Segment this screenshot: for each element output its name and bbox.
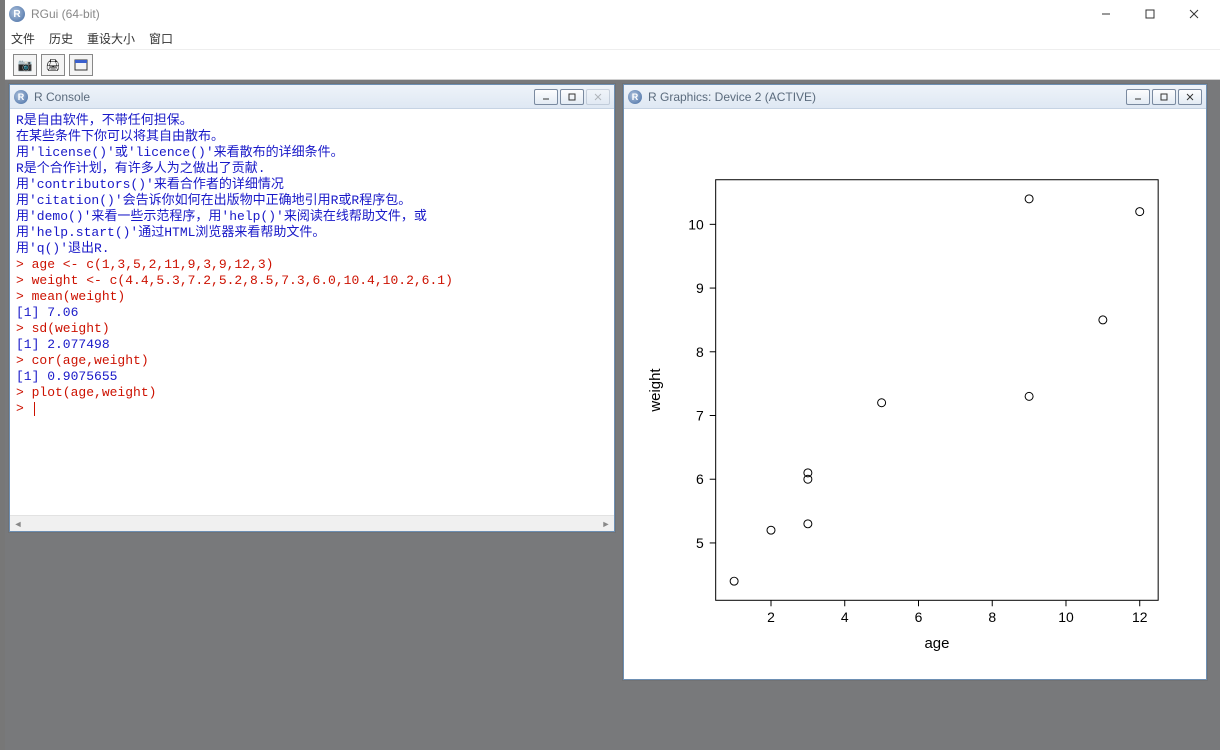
console-line: 用'help.start()'通过HTML浏览器来看帮助文件。	[16, 225, 608, 241]
toolbar-cascade-button[interactable]	[69, 54, 93, 76]
toolbar: 📷 🖨	[5, 50, 1220, 80]
console-titlebar[interactable]: R R Console	[10, 85, 614, 109]
data-point	[804, 520, 812, 528]
r-logo-icon: R	[14, 90, 28, 104]
minimize-button[interactable]	[1084, 1, 1128, 27]
toolbar-print-button[interactable]: 🖨	[41, 54, 65, 76]
graphics-body: 2 4 6 8 10 12 5 6 7 8 9 10 age weight	[624, 109, 1206, 679]
console-line: 用'demo()'来看一些示范程序，用'help()'来阅读在线帮助文件，或	[16, 209, 608, 225]
x-axis-label: age	[924, 635, 949, 652]
console-line: 在某些条件下你可以将其自由散布。	[16, 129, 608, 145]
console-close-button[interactable]	[586, 89, 610, 105]
menubar: 文件 历史 重设大小 窗口	[5, 28, 1220, 50]
cursor	[34, 402, 35, 416]
data-point	[1136, 208, 1144, 216]
console-maximize-button[interactable]	[560, 89, 584, 105]
console-window: R R Console R是自由软件，不带任何担保。在某些条件下你可以将其自由散…	[9, 84, 615, 532]
y-tick-label: 5	[696, 535, 704, 551]
console-line: > age <- c(1,3,5,2,11,9,3,9,12,3)	[16, 257, 608, 273]
menu-resize[interactable]: 重设大小	[87, 30, 135, 47]
data-point	[767, 526, 775, 534]
console-body[interactable]: R是自由软件，不带任何担保。在某些条件下你可以将其自由散布。用'license(…	[10, 109, 614, 515]
console-title: R Console	[34, 90, 528, 104]
console-line: 用'contributors()'来看合作者的详细情况	[16, 177, 608, 193]
scatter-plot: 2 4 6 8 10 12 5 6 7 8 9 10 age weight	[624, 109, 1206, 679]
graphics-maximize-button[interactable]	[1152, 89, 1176, 105]
maximize-button[interactable]	[1128, 1, 1172, 27]
r-logo-icon: R	[628, 90, 642, 104]
y-tick-label: 7	[696, 407, 704, 423]
console-line: > plot(age,weight)	[16, 385, 608, 401]
graphics-window-controls	[1126, 89, 1202, 105]
cascade-icon	[74, 59, 88, 71]
minimize-icon	[1101, 9, 1111, 19]
graphics-minimize-button[interactable]	[1126, 89, 1150, 105]
console-line: [1] 0.9075655	[16, 369, 608, 385]
graphics-window: R R Graphics: Device 2 (ACTIVE) 2 4 6 8 10 12…	[623, 84, 1207, 680]
console-line: [1] 2.077498	[16, 337, 608, 353]
r-logo-icon: R	[9, 6, 25, 22]
data-point	[1025, 195, 1033, 203]
y-axis-label: weight	[647, 368, 664, 413]
x-tick-label: 12	[1132, 609, 1148, 625]
scroll-right-icon[interactable]: ►	[598, 516, 614, 532]
maximize-icon	[1145, 9, 1155, 19]
main-title-text: RGui (64-bit)	[31, 7, 100, 21]
main-titlebar[interactable]: R RGui (64-bit)	[5, 0, 1220, 28]
y-tick-label: 9	[696, 280, 704, 296]
console-window-controls	[534, 89, 610, 105]
x-tick-label: 10	[1058, 609, 1074, 625]
menu-file[interactable]: 文件	[11, 30, 35, 47]
graphics-title: R Graphics: Device 2 (ACTIVE)	[648, 90, 1120, 104]
data-point	[730, 577, 738, 585]
close-button[interactable]	[1172, 1, 1216, 27]
y-tick-label: 8	[696, 344, 704, 360]
data-point	[1099, 316, 1107, 324]
menu-history[interactable]: 历史	[49, 30, 73, 47]
console-prompt[interactable]: >	[16, 401, 608, 417]
scroll-left-icon[interactable]: ◄	[10, 516, 26, 532]
graphics-titlebar[interactable]: R R Graphics: Device 2 (ACTIVE)	[624, 85, 1206, 109]
printer-icon: 🖨	[45, 58, 60, 72]
toolbar-copy-button[interactable]: 📷	[13, 54, 37, 76]
x-tick-label: 6	[915, 609, 923, 625]
graphics-close-button[interactable]	[1178, 89, 1202, 105]
menu-window[interactable]: 窗口	[149, 30, 173, 47]
close-icon	[1189, 9, 1199, 19]
camera-icon: 📷	[18, 58, 33, 72]
console-minimize-button[interactable]	[534, 89, 558, 105]
y-tick-label: 6	[696, 471, 704, 487]
x-tick-label: 8	[988, 609, 996, 625]
console-line: [1] 7.06	[16, 305, 608, 321]
x-tick-label: 4	[841, 609, 849, 625]
console-line: > sd(weight)	[16, 321, 608, 337]
main-title: R RGui (64-bit)	[9, 6, 1084, 22]
console-line: 用'citation()'会告诉你如何在出版物中正确地引用R或R程序包。	[16, 193, 608, 209]
data-point	[878, 399, 886, 407]
rgui-main-window: R RGui (64-bit) 文件 历史 重设大小 窗口 📷 🖨	[5, 0, 1220, 750]
console-line: > mean(weight)	[16, 289, 608, 305]
main-window-controls	[1084, 1, 1216, 27]
console-line: 用'q()'退出R.	[16, 241, 608, 257]
console-line: > cor(age,weight)	[16, 353, 608, 369]
console-line: > weight <- c(4.4,5.3,7.2,5.2,8.5,7.3,6.…	[16, 273, 608, 289]
y-tick-label: 10	[688, 216, 704, 232]
console-line: 用'license()'或'licence()'来看散布的详细条件。	[16, 145, 608, 161]
x-tick-label: 2	[767, 609, 775, 625]
console-scrollbar[interactable]: ◄ ►	[10, 515, 614, 531]
console-line: R是自由软件，不带任何担保。	[16, 113, 608, 129]
console-line: R是个合作计划，有许多人为之做出了贡献.	[16, 161, 608, 177]
data-point	[1025, 392, 1033, 400]
plot-box	[716, 180, 1158, 601]
mdi-workspace: R R Console R是自由软件，不带任何担保。在某些条件下你可以将其自由散…	[5, 80, 1220, 750]
